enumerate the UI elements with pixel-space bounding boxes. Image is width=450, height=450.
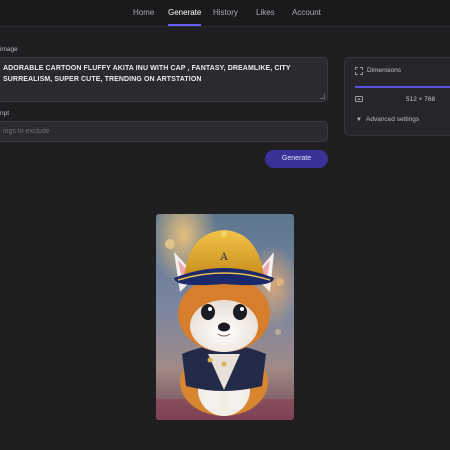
generate-button[interactable]: Generate	[265, 150, 328, 168]
dimensions-icon	[355, 67, 363, 75]
nav-home[interactable]: Home	[133, 0, 154, 27]
active-tab-indicator	[168, 24, 201, 26]
generated-image[interactable]: A	[156, 214, 294, 420]
negative-prompt-input[interactable]: ings to exclude	[0, 121, 328, 142]
negative-prompt-label: npt	[0, 110, 10, 117]
prompt-input[interactable]: ADORABLE CARTOON FLUFFY AKITA INU WITH C…	[0, 57, 328, 102]
resize-handle-icon[interactable]	[320, 94, 325, 99]
nav-history[interactable]: History	[213, 0, 238, 27]
negative-prompt-placeholder: ings to exclude	[3, 128, 50, 135]
dimensions-label[interactable]: Dimensions	[367, 67, 401, 74]
prompt-label: image	[0, 46, 18, 53]
prompt-text: ADORABLE CARTOON FLUFFY AKITA INU WITH C…	[3, 65, 291, 83]
dimensions-tab-indicator	[355, 86, 450, 88]
image-icon	[355, 96, 363, 102]
chevron-down-icon[interactable]: ▼	[356, 117, 362, 123]
dimensions-value[interactable]: 512 × 768	[406, 96, 435, 103]
advanced-settings-toggle[interactable]: Advanced settings	[366, 116, 419, 123]
cap-letter: A	[219, 252, 228, 263]
nav-account[interactable]: Account	[292, 0, 321, 27]
nav-generate[interactable]: Generate	[168, 0, 201, 27]
nav-likes[interactable]: Likes	[256, 0, 275, 27]
